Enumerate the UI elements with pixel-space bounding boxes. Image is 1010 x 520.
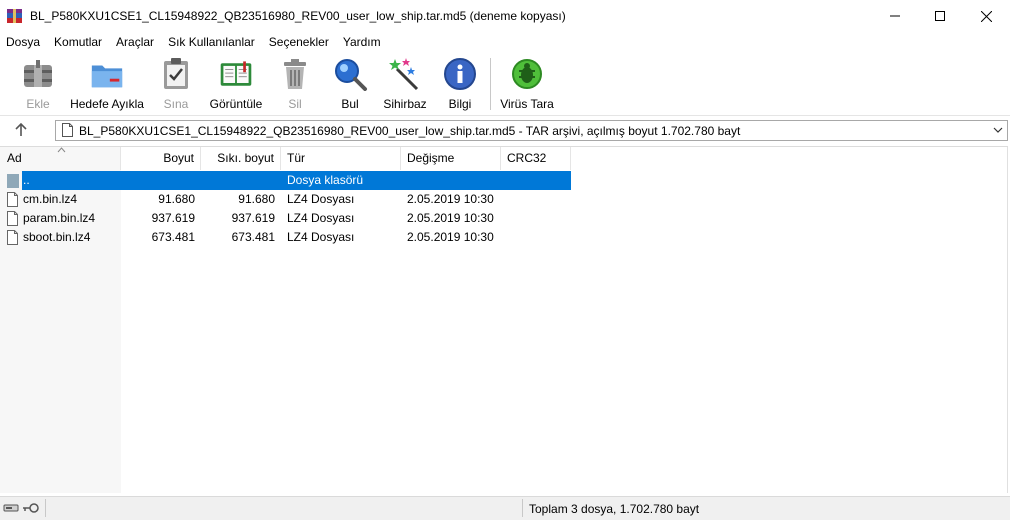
file-list[interactable]: Ad Boyut Sıkı. boyut Tür Değişme CRC32 .… — [0, 146, 1008, 493]
delete-label: Sil — [288, 97, 302, 111]
row-size: 91.680 — [158, 192, 195, 206]
window-title: BL_P580KXU1CSE1_CL15948922_QB23516980_RE… — [30, 9, 566, 23]
close-icon — [980, 10, 992, 22]
close-button[interactable] — [963, 0, 1009, 32]
header-modified-label: Değişme — [407, 151, 455, 165]
maximize-button[interactable] — [917, 0, 963, 32]
row-modified: 2.05.2019 10:30 — [407, 230, 494, 244]
minimize-icon — [890, 15, 900, 17]
table-row[interactable]: cm.bin.lz4 91.680 91.680 LZ4 Dosyası 2.0… — [0, 190, 1008, 209]
row-packed: 91.680 — [238, 192, 275, 206]
row-packed: 937.619 — [231, 211, 275, 225]
file-icon — [7, 230, 18, 245]
extract-to-label: Hedefe Ayıkla — [70, 97, 144, 111]
row-modified: 2.05.2019 10:30 — [407, 211, 494, 225]
wizard-label: Sihirbaz — [383, 97, 427, 111]
key-icon[interactable] — [22, 502, 40, 514]
row-size: 673.481 — [151, 230, 195, 244]
address-field[interactable]: BL_P580KXU1CSE1_CL15948922_QB23516980_RE… — [55, 120, 1008, 141]
address-text: BL_P580KXU1CSE1_CL15948922_QB23516980_RE… — [79, 124, 741, 138]
row-name: param.bin.lz4 — [23, 211, 96, 225]
toolbar: Ekle Hedefe Ayıkla Sına Görüntüle Sil Bu… — [0, 52, 1010, 116]
menu-help[interactable]: Yardım — [343, 35, 381, 49]
view-book-icon — [220, 61, 252, 86]
row-name: cm.bin.lz4 — [23, 192, 78, 206]
test-label: Sına — [163, 97, 189, 111]
status-bar: Toplam 3 dosya, 1.702.780 bayt — [0, 496, 1010, 520]
menu-bar: Dosya Komutlar Araçlar Sık Kullanılanlar… — [0, 32, 1010, 52]
header-crc32[interactable]: CRC32 — [501, 147, 571, 170]
menu-commands[interactable]: Komutlar — [54, 35, 102, 49]
header-size-label: Boyut — [163, 151, 194, 165]
virus-scan-button[interactable]: Virüs Tara — [499, 56, 555, 112]
title-bar: BL_P580KXU1CSE1_CL15948922_QB23516980_RE… — [0, 0, 1010, 32]
row-type: LZ4 Dosyası — [287, 211, 355, 225]
menu-file[interactable]: Dosya — [6, 35, 40, 49]
header-type-label: Tür — [287, 151, 305, 165]
magic-wand-icon — [389, 58, 419, 91]
drive-icon[interactable] — [3, 502, 19, 514]
file-icon — [7, 192, 18, 207]
row-name: sboot.bin.lz4 — [23, 230, 91, 244]
status-divider — [45, 499, 46, 517]
delete-button[interactable]: Sil — [277, 56, 313, 112]
view-button[interactable]: Görüntüle — [207, 56, 265, 112]
info-label: Bilgi — [448, 97, 472, 111]
add-label: Ekle — [26, 97, 50, 111]
row-size: 937.619 — [151, 211, 195, 225]
header-crc32-label: CRC32 — [507, 151, 547, 165]
test-clipboard-icon — [164, 58, 188, 89]
table-row-parent-folder[interactable]: .. Dosya klasörü — [0, 171, 1008, 190]
table-row[interactable]: sboot.bin.lz4 673.481 673.481 LZ4 Dosyas… — [0, 228, 1008, 247]
magnifier-icon — [335, 59, 367, 91]
toolbar-separator — [490, 58, 491, 110]
winrar-app-icon[interactable] — [7, 9, 22, 23]
file-icon — [7, 211, 18, 226]
status-divider — [522, 499, 523, 517]
maximize-icon — [935, 11, 945, 21]
header-name-label: Ad — [7, 151, 22, 165]
info-icon — [444, 58, 476, 90]
header-size[interactable]: Boyut — [121, 147, 201, 170]
header-modified[interactable]: Değişme — [401, 147, 501, 170]
find-button[interactable]: Bul — [330, 56, 370, 112]
address-bar: BL_P580KXU1CSE1_CL15948922_QB23516980_RE… — [0, 116, 1010, 144]
status-summary: Toplam 3 dosya, 1.702.780 bayt — [529, 502, 700, 516]
extract-folder-icon — [91, 65, 123, 88]
menu-tools[interactable]: Araçlar — [116, 35, 154, 49]
extract-to-button[interactable]: Hedefe Ayıkla — [68, 56, 146, 112]
row-type: Dosya klasörü — [287, 173, 364, 187]
header-packed-label: Sıkı. boyut — [217, 151, 274, 165]
menu-options[interactable]: Seçenekler — [269, 35, 329, 49]
info-button[interactable]: Bilgi — [442, 56, 478, 112]
trash-icon — [284, 59, 306, 89]
minimize-button[interactable] — [872, 0, 918, 32]
row-type: LZ4 Dosyası — [287, 192, 355, 206]
test-button[interactable]: Sına — [158, 56, 194, 112]
pane-right-border — [1007, 147, 1008, 493]
document-icon — [62, 123, 73, 137]
header-name[interactable]: Ad — [0, 147, 121, 170]
view-label: Görüntüle — [209, 97, 263, 111]
virus-bug-icon — [512, 59, 542, 89]
up-arrow-icon[interactable] — [12, 121, 30, 139]
row-name: .. — [23, 173, 30, 187]
add-button[interactable]: Ekle — [18, 56, 58, 112]
header-packed[interactable]: Sıkı. boyut — [201, 147, 281, 170]
table-row[interactable]: param.bin.lz4 937.619 937.619 LZ4 Dosyas… — [0, 209, 1008, 228]
virus-scan-label: Virüs Tara — [500, 97, 554, 111]
row-modified: 2.05.2019 10:30 — [407, 192, 494, 206]
status-icons — [3, 502, 40, 517]
wizard-button[interactable]: Sihirbaz — [383, 56, 427, 112]
chevron-down-icon[interactable] — [993, 125, 1003, 135]
sort-ascending-icon — [57, 147, 66, 153]
row-packed: 673.481 — [231, 230, 275, 244]
folder-icon — [7, 174, 19, 188]
add-archive-icon — [24, 60, 52, 87]
row-type: LZ4 Dosyası — [287, 230, 355, 244]
find-label: Bul — [341, 97, 359, 111]
header-type[interactable]: Tür — [281, 147, 401, 170]
column-headers: Ad Boyut Sıkı. boyut Tür Değişme CRC32 — [0, 147, 1008, 170]
menu-favorites[interactable]: Sık Kullanılanlar — [168, 35, 255, 49]
